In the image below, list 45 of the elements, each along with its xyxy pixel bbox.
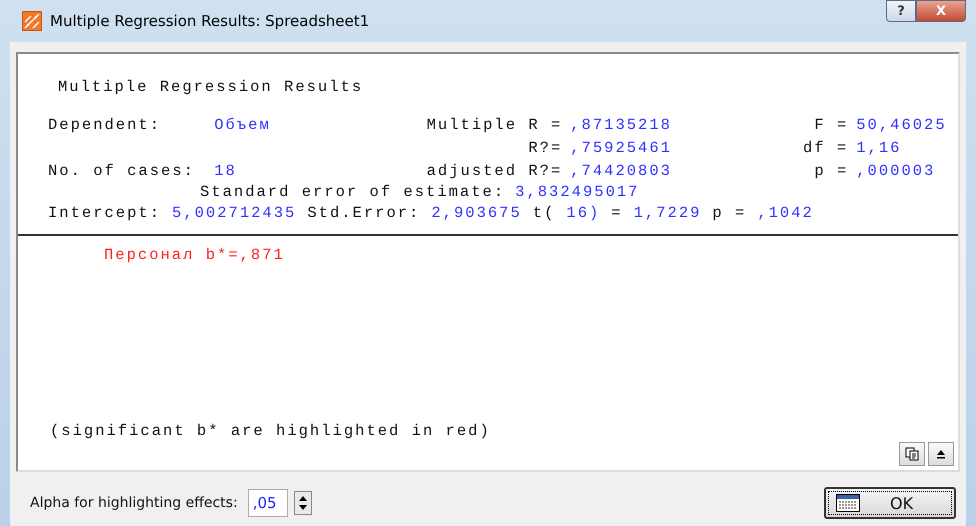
stat-value: 3,832495017 xyxy=(515,183,640,201)
table-icon xyxy=(836,494,860,512)
stat-value: ,000003 xyxy=(856,162,936,180)
stat-label: = xyxy=(611,204,623,222)
stat-label: No. of cases: xyxy=(48,162,196,180)
up-arrow-icon xyxy=(936,449,946,459)
copy-icon xyxy=(905,447,919,461)
stat-value: 18 xyxy=(214,162,238,180)
stat-label: Dependent: xyxy=(48,116,162,134)
stat-value: ,74420803 xyxy=(570,162,673,180)
stat-label: df = xyxy=(802,139,848,157)
stat-label: Intercept: xyxy=(48,204,162,222)
scroll-top-button[interactable] xyxy=(928,442,954,466)
window-title: Multiple Regression Results: Spreadsheet1 xyxy=(50,12,370,30)
ok-button[interactable]: OK xyxy=(824,487,956,519)
stat-value: ,87135218 xyxy=(570,116,673,134)
stat-value: 5,002712435 xyxy=(172,204,296,222)
stat-label: Std.Error: xyxy=(307,204,420,222)
alpha-field[interactable]: ,05 xyxy=(248,489,288,517)
stat-value: 50,46025 xyxy=(856,116,948,134)
stat-value: ,75925461 xyxy=(570,139,673,157)
stat-value: 2,903675 xyxy=(431,204,522,222)
stat-value: 1,7229 xyxy=(634,204,702,222)
copy-button[interactable] xyxy=(899,442,925,466)
stat-label: adjusted R?= xyxy=(426,162,562,180)
note-text: (significant b* are highlighted in red) xyxy=(50,422,492,440)
stat-label: p = xyxy=(813,162,848,180)
stat-label: t( xyxy=(532,204,556,222)
down-arrow-icon xyxy=(298,505,307,510)
stat-value: 1,16 xyxy=(856,139,902,157)
app-icon xyxy=(22,11,42,31)
stat-label: p = xyxy=(712,204,746,222)
stat-label: F = xyxy=(813,116,848,134)
spin-buttons[interactable] xyxy=(294,491,312,515)
stat-label: R?= xyxy=(527,139,562,157)
up-arrow-icon xyxy=(298,496,307,501)
stat-value: Объем xyxy=(214,116,272,134)
stat-label: Multiple R = xyxy=(426,116,562,134)
stat-label: Standard error of estimate: xyxy=(200,183,506,201)
stat-value: 16) xyxy=(566,204,600,222)
stat-value: ,1042 xyxy=(757,204,814,222)
alpha-label: Alpha for highlighting effects: xyxy=(30,495,238,511)
report-heading: Multiple Regression Results xyxy=(58,78,364,96)
effect-line: Персонал b*=,871 xyxy=(104,246,286,264)
help-button[interactable]: ? xyxy=(886,0,916,22)
